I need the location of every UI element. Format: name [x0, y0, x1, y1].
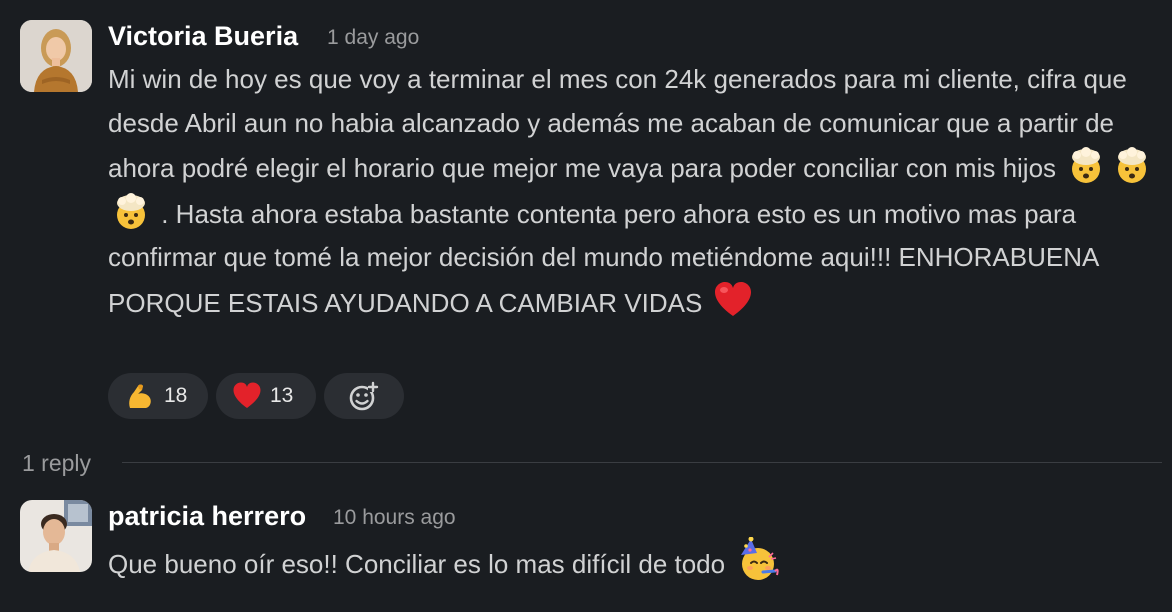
message-patricia: patricia herrero 10 hours ago Que bueno …: [0, 490, 1172, 600]
add-reaction-icon: [348, 380, 380, 412]
flexed-biceps-icon: [124, 380, 156, 412]
avatar-victoria[interactable]: [20, 20, 92, 92]
message-text: Mi win de hoy es que voy a terminar el m…: [108, 58, 1158, 325]
reaction-flexed-biceps[interactable]: 18: [108, 373, 208, 419]
divider-line: [122, 462, 1162, 463]
author-name[interactable]: Victoria Bueria: [108, 20, 298, 52]
partying-face-icon: [735, 536, 781, 583]
message-text-part2: . Hasta ahora estaba bastante contenta p…: [108, 198, 1098, 318]
add-reaction-button[interactable]: [324, 373, 404, 419]
reaction-count: 13: [270, 384, 294, 407]
exploding-head-icon: [111, 191, 151, 231]
replies-count-label[interactable]: 1 reply: [22, 448, 91, 478]
reactions-bar: 18 13: [108, 373, 404, 419]
message-text-part1: Mi win de hoy es que voy a terminar el m…: [108, 64, 1127, 183]
avatar-patricia[interactable]: [20, 500, 92, 572]
timestamp[interactable]: 1 day ago: [327, 22, 419, 54]
author-name[interactable]: patricia herrero: [108, 500, 306, 532]
reaction-count: 18: [164, 384, 188, 407]
message-victoria: Victoria Bueria 1 day ago Mi win de hoy …: [0, 0, 1172, 430]
message-text: Que bueno oír eso!! Conciliar es lo mas …: [108, 536, 1158, 587]
exploding-head-icon: [1112, 145, 1152, 185]
reaction-red-heart[interactable]: 13: [216, 373, 316, 419]
red-heart-icon: [232, 381, 262, 411]
message-text-part1: Que bueno oír eso!! Conciliar es lo mas …: [108, 549, 726, 579]
red-heart-icon: [713, 280, 753, 320]
thread-replies-divider: 1 reply: [22, 445, 1162, 481]
exploding-head-icon: [1066, 145, 1106, 185]
timestamp[interactable]: 10 hours ago: [333, 502, 456, 534]
